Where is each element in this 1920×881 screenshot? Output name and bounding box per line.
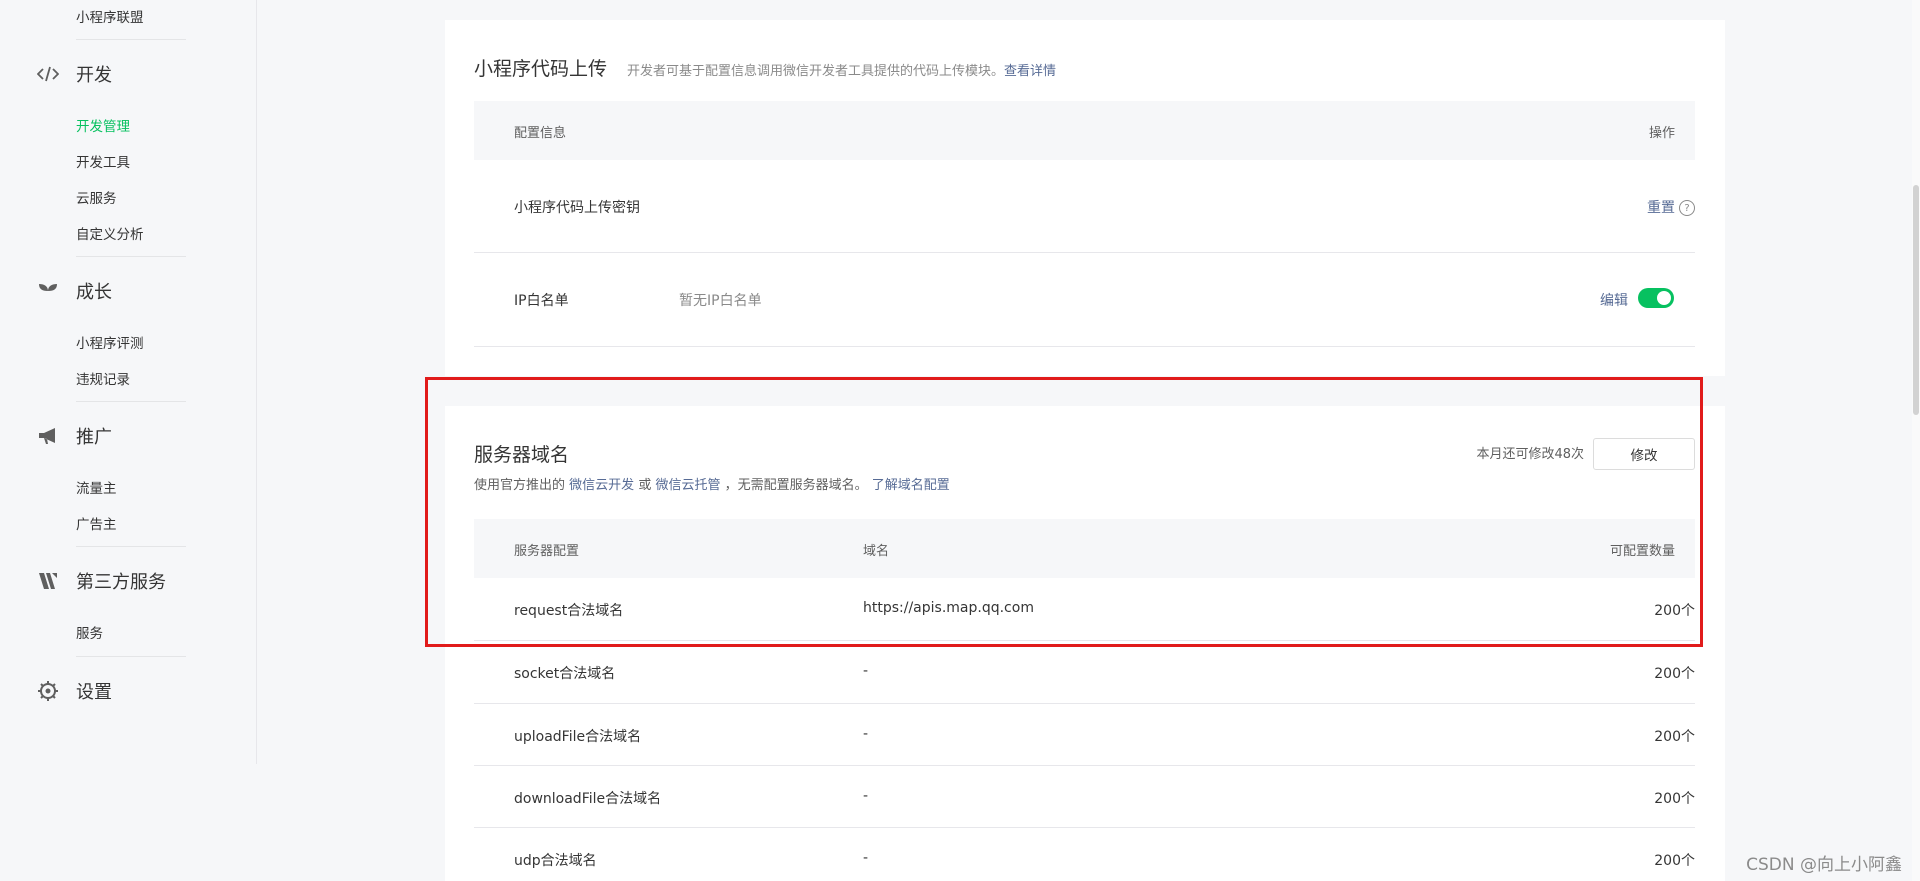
domain-value: -	[863, 788, 869, 804]
ip-whitelist-toggle[interactable]	[1638, 288, 1674, 308]
gear-icon	[36, 679, 60, 703]
watermark: CSDN @向上小阿鑫	[1746, 855, 1902, 875]
domain-type: udp合法域名	[514, 853, 597, 869]
domain-count: 200个	[1654, 791, 1695, 807]
sidebar-divider	[76, 401, 186, 402]
toggle-knob	[1657, 291, 1671, 305]
sidebar-section-develop[interactable]: 开发	[36, 61, 112, 87]
code-upload-card: 小程序代码上传 开发者可基于配置信息调用微信开发者工具提供的代码上传模块。 查看…	[445, 20, 1725, 376]
domain-value: -	[863, 726, 869, 742]
view-details-link[interactable]: 查看详情	[1004, 60, 1056, 79]
domain-value: -	[863, 850, 869, 866]
row-divider	[474, 703, 1695, 704]
sidebar-item-mini-program-alliance[interactable]: 小程序联盟	[76, 6, 144, 26]
sidebar-item-traffic-owner[interactable]: 流量主	[76, 477, 117, 497]
sidebar-section-title: 第三方服务	[76, 572, 166, 593]
row-divider	[474, 827, 1695, 828]
third-party-icon	[36, 569, 60, 593]
code-icon	[36, 62, 60, 86]
ip-whitelist-value: 暂无IP白名单	[679, 293, 762, 309]
sidebar-divider	[76, 256, 186, 257]
domain-count: 200个	[1654, 666, 1695, 682]
domain-type: downloadFile合法域名	[514, 791, 662, 807]
page-scrollbar[interactable]	[1912, 0, 1920, 881]
sidebar-item-cloud-service[interactable]: 云服务	[76, 187, 117, 207]
scrollbar-thumb[interactable]	[1913, 185, 1919, 415]
domain-type: socket合法域名	[514, 666, 616, 682]
sidebar-item-evaluation[interactable]: 小程序评测	[76, 332, 144, 352]
table-header: 配置信息 操作	[474, 101, 1695, 160]
sidebar-section-settings[interactable]: 设置	[36, 678, 112, 704]
ip-whitelist-label: IP白名单	[514, 293, 569, 309]
header-action: 操作	[1648, 126, 1675, 141]
domain-value: -	[863, 663, 869, 679]
sidebar-item-dev-management[interactable]: 开发管理	[76, 115, 130, 135]
megaphone-icon	[36, 424, 60, 448]
code-upload-header: 小程序代码上传 开发者可基于配置信息调用微信开发者工具提供的代码上传模块。 查看…	[474, 54, 1056, 81]
sidebar-divider	[76, 546, 186, 547]
reset-link[interactable]: 重置	[1647, 200, 1675, 216]
sidebar-divider	[76, 39, 186, 40]
sidebar-section-growth[interactable]: 成长	[36, 278, 112, 304]
sidebar-section-title: 设置	[76, 682, 112, 703]
sidebar-item-custom-analysis[interactable]: 自定义分析	[76, 223, 144, 243]
card-title: 小程序代码上传	[474, 58, 608, 80]
upload-key-label: 小程序代码上传密钥	[514, 200, 640, 216]
sidebar: 小程序联盟 开发 开发管理 开发工具 云服务 自定义分析 成长 小程序评测 违规…	[0, 0, 257, 764]
sprout-icon	[36, 279, 60, 303]
row-divider	[474, 765, 1695, 766]
help-icon[interactable]: ?	[1679, 200, 1695, 216]
sidebar-section-promotion[interactable]: 推广	[36, 423, 112, 449]
header-config: 配置信息	[514, 126, 567, 141]
sidebar-item-violations[interactable]: 违规记录	[76, 368, 130, 388]
sidebar-divider	[76, 656, 186, 657]
sidebar-item-advertiser[interactable]: 广告主	[76, 513, 117, 533]
sidebar-section-title: 推广	[76, 427, 112, 448]
sidebar-section-title: 开发	[76, 65, 112, 86]
row-divider	[474, 346, 1695, 347]
sidebar-item-dev-tools[interactable]: 开发工具	[76, 151, 130, 171]
edit-link[interactable]: 编辑	[1600, 290, 1628, 310]
highlight-box	[425, 377, 1703, 647]
sidebar-section-third-party[interactable]: 第三方服务	[36, 568, 166, 594]
domain-count: 200个	[1654, 853, 1695, 869]
row-divider	[474, 252, 1695, 253]
sidebar-section-title: 成长	[76, 282, 112, 303]
sidebar-item-service[interactable]: 服务	[76, 622, 103, 642]
domain-count: 200个	[1654, 729, 1695, 745]
reset-action: 重置?	[1647, 197, 1695, 217]
domain-type: uploadFile合法域名	[514, 729, 642, 745]
card-description: 开发者可基于配置信息调用微信开发者工具提供的代码上传模块。	[627, 64, 1005, 79]
